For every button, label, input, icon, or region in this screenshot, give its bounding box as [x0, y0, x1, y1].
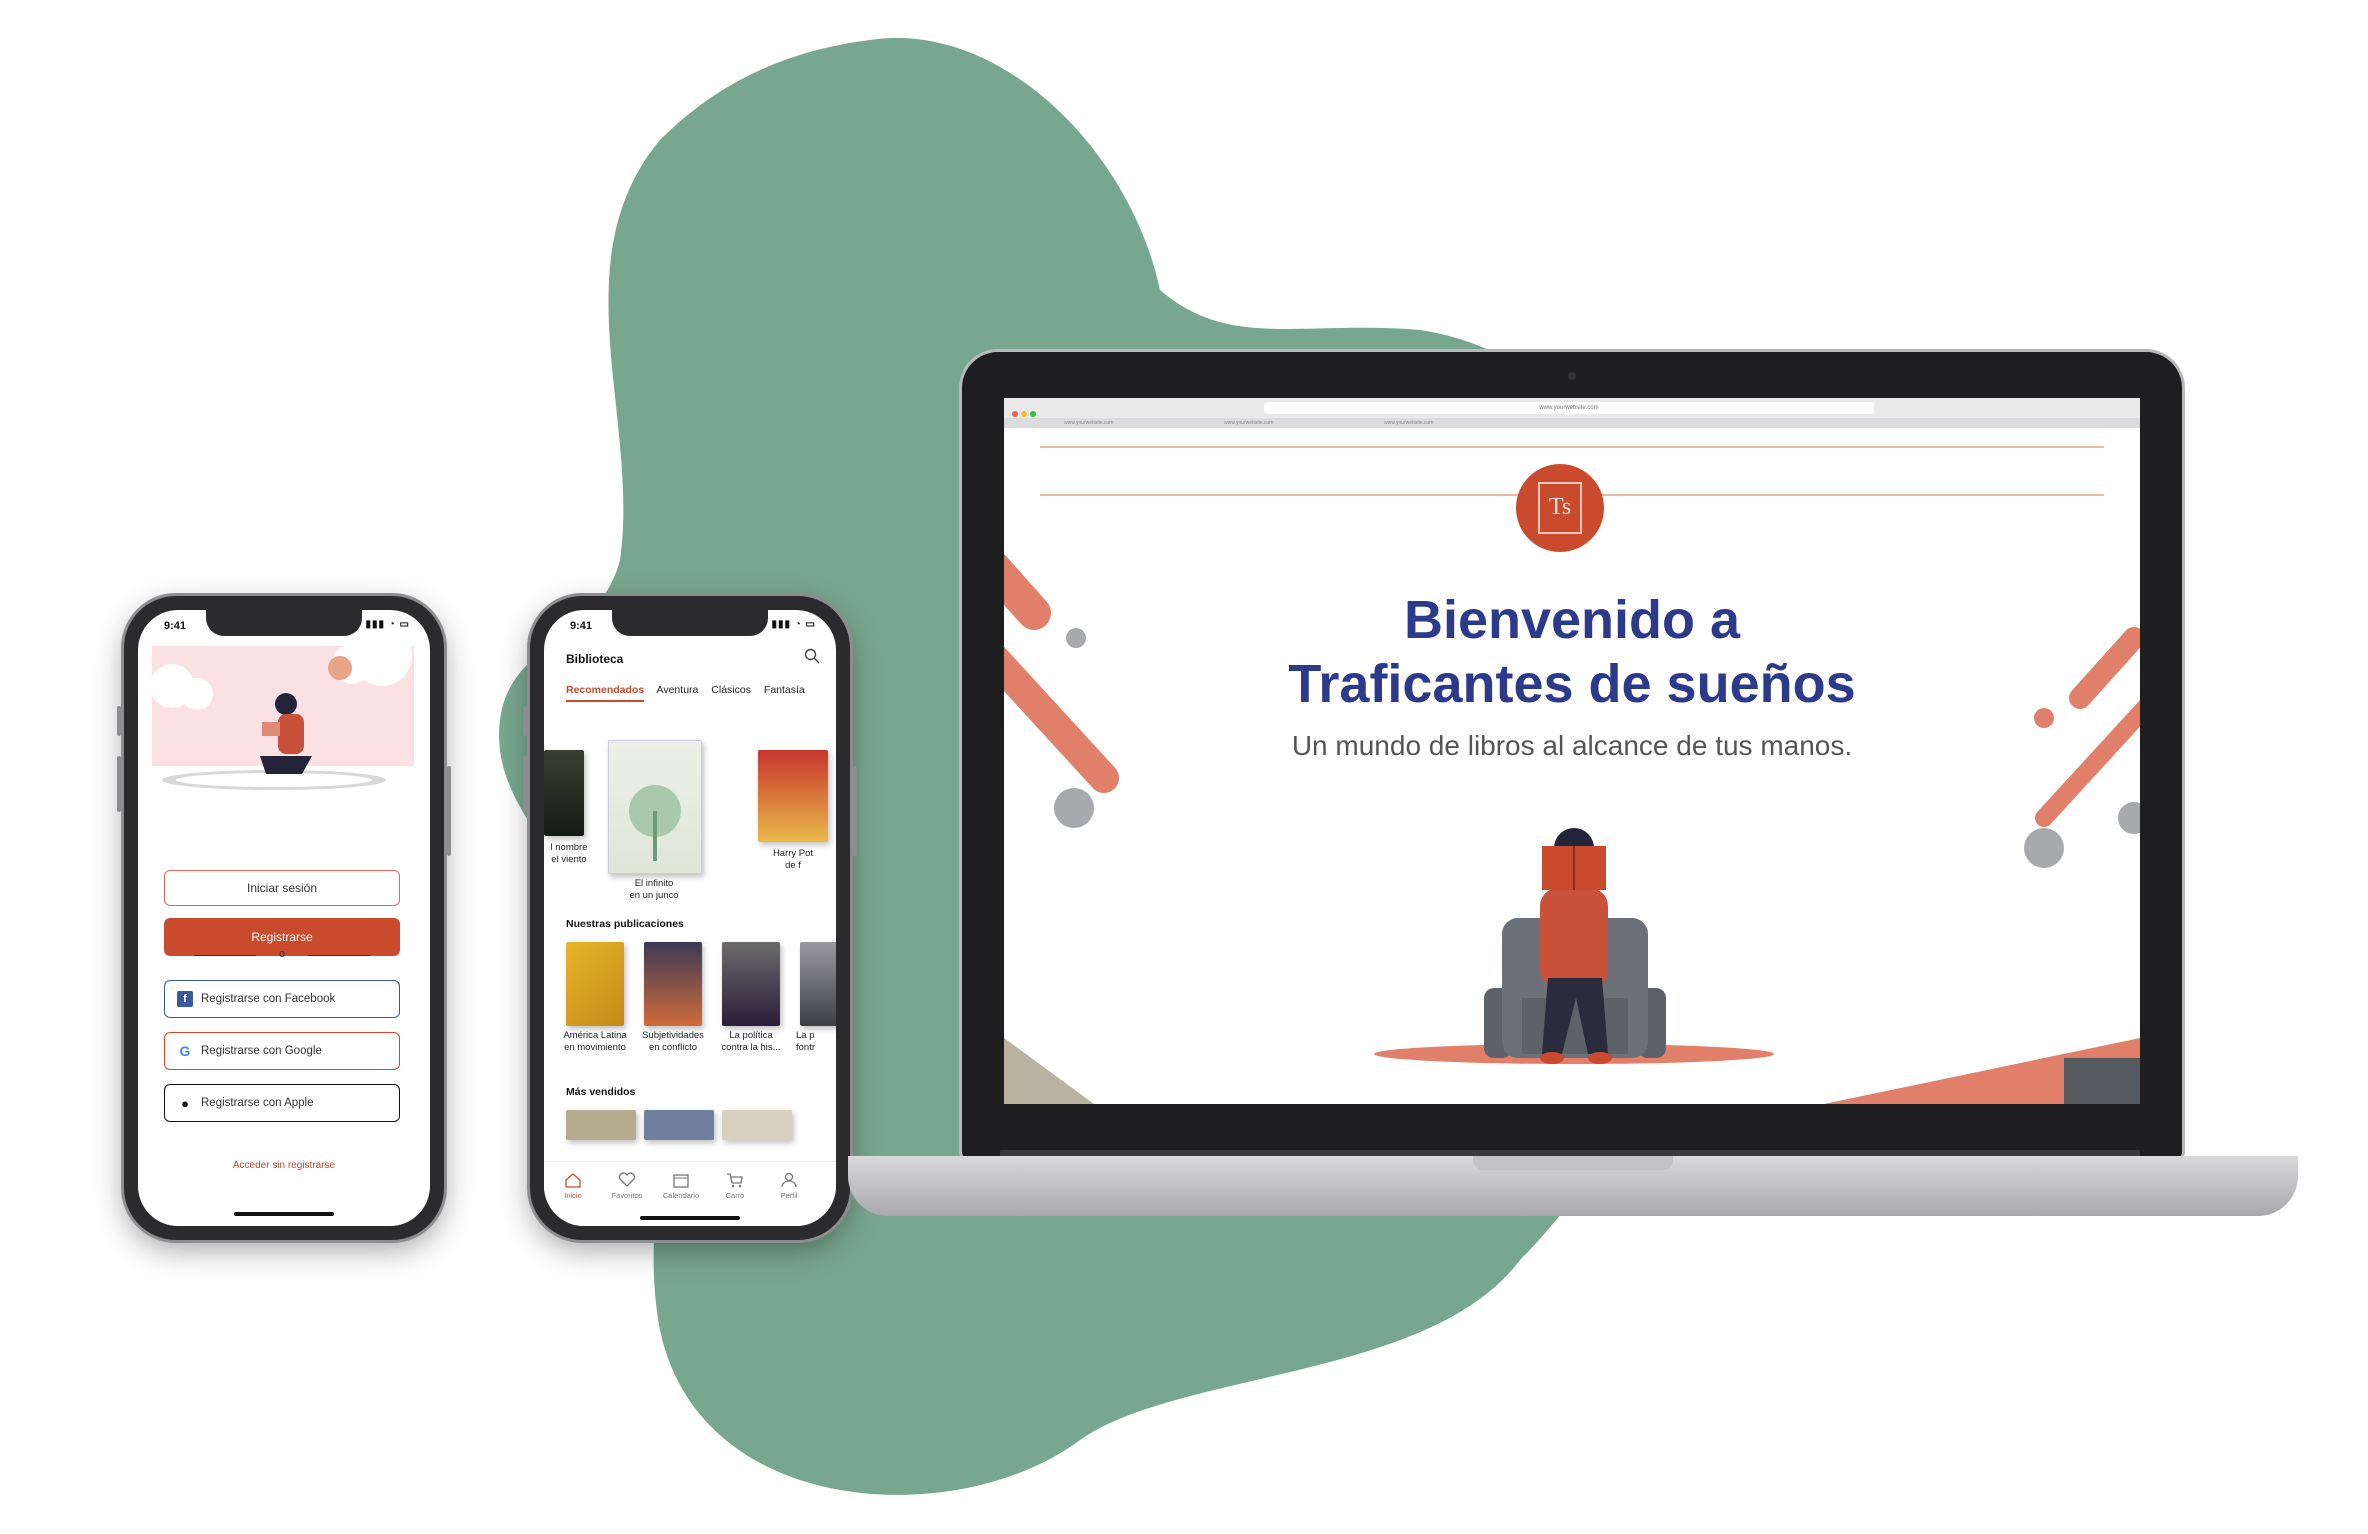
- or-divider: o: [194, 948, 370, 962]
- google-icon: G: [179, 1043, 191, 1059]
- library-screen: 9:41 ▮▮▮ ◔ ▭ Biblioteca Recomendados Ave…: [544, 610, 836, 1226]
- search-icon[interactable]: [804, 648, 820, 664]
- tab-favoritos[interactable]: Favoritos: [602, 1172, 652, 1200]
- headline-line1: Bienvenido a: [1403, 590, 1741, 650]
- status-time: 9:41: [164, 620, 187, 632]
- tab-inicio[interactable]: Inicio: [548, 1172, 598, 1200]
- camera: [1568, 372, 1576, 380]
- reading-illustration: [152, 646, 414, 806]
- book-caption: l nombre el viento: [550, 842, 588, 865]
- google-label: Registrarse con Google: [201, 1045, 322, 1057]
- book-caption: Subjetividades en conflicto: [642, 1030, 704, 1053]
- facebook-icon: f: [177, 991, 193, 1007]
- bestsellers-heading: Más vendidos: [566, 1086, 636, 1098]
- phone-library: 9:41 ▮▮▮ ◔ ▭ Biblioteca Recomendados Ave…: [523, 596, 857, 1240]
- skip-register-link[interactable]: Acceder sin registrarse: [138, 1160, 430, 1171]
- status-time: 9:41: [570, 620, 593, 632]
- home-indicator: [640, 1216, 740, 1220]
- notch: [612, 610, 768, 636]
- tab-aventura[interactable]: Aventura: [657, 684, 699, 696]
- book-cover[interactable]: [644, 1110, 714, 1140]
- laptop-grip: [1473, 1156, 1673, 1170]
- book-cover[interactable]: [644, 942, 702, 1026]
- book-cover[interactable]: [544, 750, 584, 836]
- website-screen: www.yourwebsite.com www.yourwebsite.com …: [1004, 398, 2140, 1104]
- tab-label: Carro: [725, 1191, 745, 1200]
- headline-line2: Traficantes de sueños: [1288, 654, 1856, 714]
- signal-icon: ▮▮▮ ◔ ▭: [771, 619, 816, 630]
- publications-heading: Nuestras publicaciones: [566, 918, 684, 930]
- home-indicator: [234, 1212, 334, 1216]
- laptop-base: [848, 1156, 2298, 1216]
- google-register-button[interactable]: G Registrarse con Google: [164, 1032, 400, 1070]
- tab-label: Perfil: [780, 1191, 798, 1200]
- book-cover[interactable]: [566, 942, 624, 1026]
- book-cover[interactable]: [608, 740, 702, 874]
- book-cover[interactable]: [722, 942, 780, 1026]
- login-button[interactable]: Iniciar sesión: [164, 870, 400, 906]
- tab-perfil[interactable]: Perfil: [764, 1172, 814, 1200]
- profile-icon: [781, 1172, 797, 1188]
- cart-icon: [727, 1173, 743, 1188]
- book-cover[interactable]: [758, 750, 828, 842]
- book-cover[interactable]: [800, 942, 836, 1026]
- apple-label: Registrarse con Apple: [201, 1097, 314, 1109]
- category-tabs: Recomendados Aventura Clásicos Fantasía: [566, 684, 815, 702]
- book-cover-art: [629, 785, 681, 861]
- tab-recomendados[interactable]: Recomendados: [566, 684, 645, 702]
- book-cover[interactable]: [566, 1110, 636, 1140]
- laptop-lid: www.yourwebsite.com www.yourwebsite.com …: [962, 352, 2182, 1158]
- facebook-register-button[interactable]: f Registrarse con Facebook: [164, 980, 400, 1018]
- tab-label: Calendario: [662, 1191, 700, 1200]
- tab-clasicos[interactable]: Clásicos: [711, 684, 751, 696]
- apple-icon: ●: [181, 1095, 189, 1111]
- tab-fantasia[interactable]: Fantasía: [764, 684, 805, 696]
- book-caption: El infinito en un junco: [629, 878, 679, 901]
- welcome-subtitle: Un mundo de libros al alcance de tus man…: [1291, 730, 1853, 761]
- phone-login: 9:41 ▮▮▮ ◔ ▭ Iniciar sesión Registrarse …: [117, 596, 451, 1240]
- tab-carro[interactable]: Carro: [710, 1172, 760, 1200]
- book-caption: La p fontr: [796, 1030, 816, 1053]
- login-screen: 9:41 ▮▮▮ ◔ ▭ Iniciar sesión Registrarse …: [138, 610, 430, 1226]
- apple-register-button[interactable]: ● Registrarse con Apple: [164, 1084, 400, 1122]
- heart-icon: [618, 1172, 636, 1187]
- tab-label: Inicio: [564, 1191, 582, 1200]
- home-icon: [565, 1173, 581, 1188]
- reader-illustration: [1374, 828, 1774, 1064]
- book-caption: Harry Pot de f: [772, 848, 814, 871]
- book-caption: América Latina en movimiento: [563, 1030, 627, 1053]
- book-caption: La política contra la his...: [721, 1030, 781, 1053]
- welcome-headline: Bienvenido a Traficantes de sueños: [1004, 588, 2140, 716]
- facebook-label: Registrarse con Facebook: [201, 993, 336, 1005]
- book-cover[interactable]: [722, 1110, 792, 1140]
- tab-label: Favoritos: [611, 1191, 643, 1200]
- calendar-icon: [673, 1174, 689, 1188]
- signal-icon: ▮▮▮ ◔ ▭: [365, 619, 410, 630]
- library-title: Biblioteca: [566, 652, 624, 666]
- notch: [206, 610, 362, 636]
- tab-calendario[interactable]: Calendario: [656, 1172, 706, 1200]
